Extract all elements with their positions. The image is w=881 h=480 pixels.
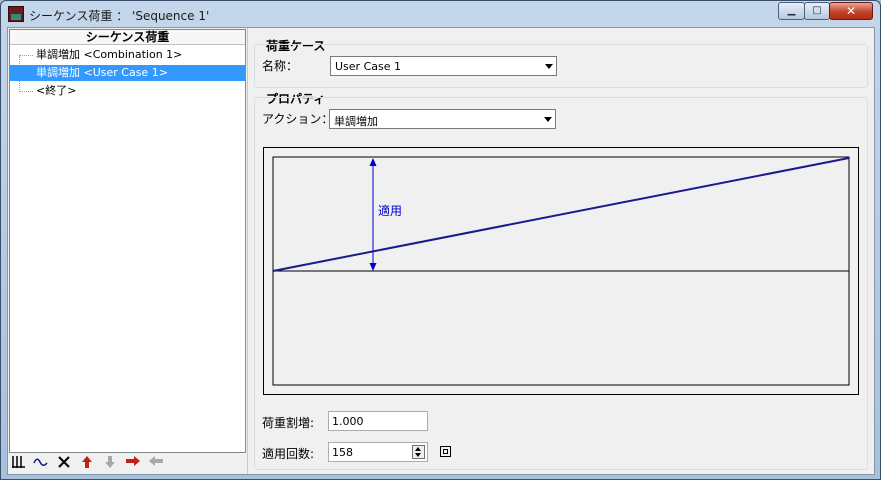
arrow-right-icon[interactable] [123, 455, 143, 473]
increment-input[interactable]: 1.000 [328, 411, 428, 431]
action-select-value: 単調増加 [334, 115, 378, 128]
name-select-value: User Case 1 [335, 60, 401, 73]
bars-icon[interactable] [9, 455, 29, 473]
name-select[interactable]: User Case 1 [330, 56, 557, 76]
arrow-left-icon[interactable] [146, 455, 166, 473]
window-title: シーケンス荷重 ： 'Sequence 1' [29, 9, 210, 23]
client-area: シーケンス荷重 単調増加 <Combination 1> 単調増加 <User … [7, 27, 875, 475]
move-up-icon[interactable] [77, 455, 97, 473]
name-label: 名称： [262, 59, 299, 73]
panel-splitter[interactable] [247, 28, 248, 474]
minimize-button[interactable]: ▁ [778, 2, 805, 20]
spin-up-icon[interactable] [415, 447, 421, 451]
app-icon [8, 6, 24, 22]
apply-label: 適用 [378, 204, 403, 218]
tree-item-label: 単調増加 <Combination 1> [36, 48, 183, 61]
main-window: シーケンス荷重 ： 'Sequence 1' ▁ □ ✕ シーケンス荷重 単調増… [0, 0, 881, 480]
tree-item-end[interactable]: <終了> [10, 83, 245, 99]
count-stepper[interactable]: 158 [328, 442, 428, 462]
maximize-button[interactable]: □ [804, 2, 830, 20]
tree-item-label: <終了> [36, 84, 77, 97]
pick-icon[interactable] [440, 446, 451, 457]
count-value: 158 [332, 446, 353, 459]
load-ramp-line [272, 157, 850, 272]
tree-item-combination[interactable]: 単調増加 <Combination 1> [10, 47, 245, 63]
apply-arrow-head-down [369, 263, 377, 271]
sequence-tree[interactable]: シーケンス荷重 単調増加 <Combination 1> 単調増加 <User … [9, 29, 246, 453]
close-button[interactable]: ✕ [829, 2, 873, 20]
increment-value: 1.000 [332, 415, 364, 428]
tree-item-label: 単調増加 <User Case 1> [36, 66, 168, 79]
action-select[interactable]: 単調増加 [329, 109, 556, 129]
apply-arrow-head-up [369, 158, 377, 166]
spin-buttons[interactable] [412, 445, 425, 459]
count-label: 適用回数: [262, 447, 315, 461]
load-diagram: 適用 [263, 147, 859, 395]
chevron-down-icon [544, 117, 552, 122]
spin-down-icon[interactable] [415, 453, 421, 457]
delete-icon[interactable] [54, 455, 74, 473]
action-label: アクション： [262, 112, 334, 126]
title-bar[interactable]: シーケンス荷重 ： 'Sequence 1' ▁ □ ✕ [1, 1, 880, 27]
load-diagram-svg [272, 156, 850, 386]
tree-toolbar [9, 454, 246, 474]
increment-label: 荷重割増: [262, 416, 315, 430]
tree-item-user-case[interactable]: 単調増加 <User Case 1> [10, 65, 245, 81]
chevron-down-icon [545, 64, 553, 69]
tree-header: シーケンス荷重 [10, 30, 245, 45]
move-down-icon[interactable] [100, 455, 120, 473]
wave-icon[interactable] [31, 455, 51, 473]
